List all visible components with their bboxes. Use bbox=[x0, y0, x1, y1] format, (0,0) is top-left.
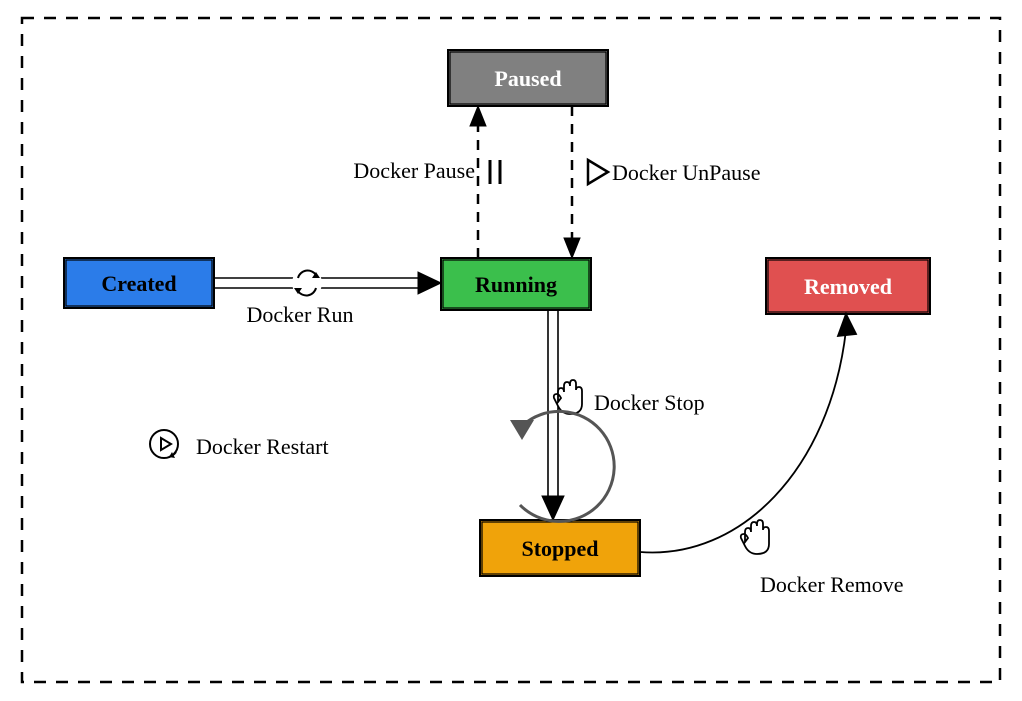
restart-icon bbox=[150, 430, 178, 458]
edge-stop bbox=[542, 310, 564, 520]
state-stopped: Stopped bbox=[480, 520, 640, 576]
state-created-label: Created bbox=[101, 271, 176, 296]
edge-remove bbox=[640, 314, 856, 552]
run-icon bbox=[292, 268, 322, 298]
edge-unpause bbox=[564, 106, 580, 258]
edge-run-label: Docker Run bbox=[247, 302, 354, 327]
state-removed-label: Removed bbox=[804, 274, 892, 299]
state-paused-label: Paused bbox=[494, 66, 561, 91]
edge-remove-label: Docker Remove bbox=[760, 572, 904, 597]
docker-lifecycle-diagram: Created Running Paused Stopped Removed bbox=[0, 0, 1022, 701]
edge-run bbox=[214, 272, 441, 294]
hand-remove-icon bbox=[741, 520, 769, 554]
edge-pause-label: Docker Pause bbox=[353, 158, 475, 183]
state-created: Created bbox=[64, 258, 214, 308]
edge-restart bbox=[510, 411, 614, 521]
pause-icon bbox=[490, 160, 500, 184]
edge-restart-label: Docker Restart bbox=[196, 434, 329, 459]
edge-unpause-label: Docker UnPause bbox=[612, 160, 760, 185]
state-running-label: Running bbox=[475, 272, 557, 297]
state-stopped-label: Stopped bbox=[521, 536, 598, 561]
state-paused: Paused bbox=[448, 50, 608, 106]
edge-stop-label: Docker Stop bbox=[594, 390, 705, 415]
state-removed: Removed bbox=[766, 258, 930, 314]
play-icon bbox=[588, 160, 608, 184]
state-running: Running bbox=[441, 258, 591, 310]
